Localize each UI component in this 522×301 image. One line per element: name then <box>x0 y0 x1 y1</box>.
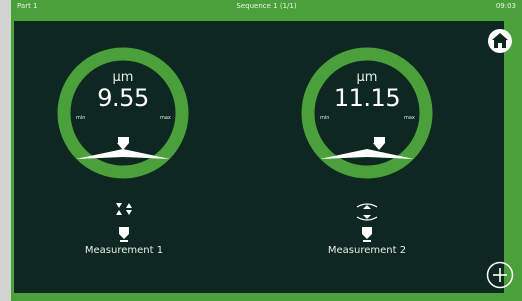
clock: 09:03 <box>495 2 516 10</box>
gauge-value: 11.15 <box>333 84 401 112</box>
gauge-measurement-1[interactable]: µm 9.55 min max <box>56 46 190 180</box>
home-icon <box>488 29 512 53</box>
gauge-max-label: max <box>160 115 171 121</box>
gauge-max-label: max <box>404 115 415 121</box>
measurement-2-item[interactable]: Measurement 2 <box>297 203 437 256</box>
status-bar: Part 1 Sequence 1 (1/1) 09:03 <box>11 0 522 13</box>
plus-circle-icon <box>486 261 514 289</box>
sequence-label: Sequence 1 (1/1) <box>236 2 297 10</box>
bore-gauge-icon <box>356 203 378 242</box>
gauge-ring <box>301 47 433 179</box>
gauge-measurement-2[interactable]: µm 11.15 min max <box>300 46 434 180</box>
gauge-min-label: min <box>320 115 330 121</box>
gauge-ring <box>57 47 189 179</box>
home-button[interactable] <box>487 28 513 54</box>
add-button[interactable] <box>486 261 514 289</box>
inward-arrows-icon <box>116 203 132 242</box>
gauge-min-label: min <box>76 115 86 121</box>
measurement-2-label: Measurement 2 <box>327 245 407 256</box>
gauge-value: 9.55 <box>97 84 149 112</box>
measurement-1-item[interactable]: Measurement 1 <box>54 203 194 256</box>
gauge-unit: µm <box>112 70 134 85</box>
measurement-screen: µm 9.55 min max µm 11.15 min max Measure… <box>14 21 514 293</box>
measurement-1-label: Measurement 1 <box>84 245 164 256</box>
gauge-unit: µm <box>356 70 378 85</box>
